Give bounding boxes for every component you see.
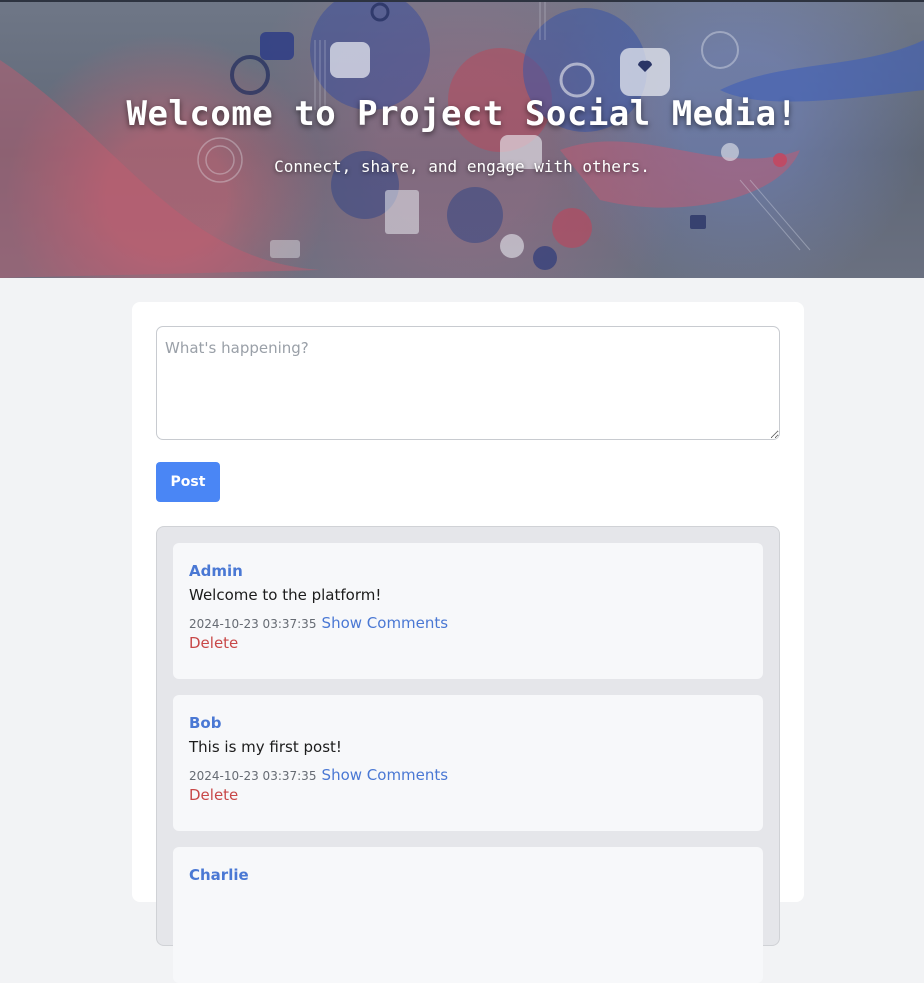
page-subtitle: Connect, share, and engage with others.	[274, 157, 650, 176]
post-timestamp: 2024-10-23 03:37:35	[189, 769, 317, 783]
show-comments-link[interactable]: Show Comments	[322, 766, 449, 784]
post-timestamp: 2024-10-23 03:37:35	[189, 617, 317, 631]
post-author[interactable]: Admin	[189, 559, 747, 583]
show-comments-link[interactable]: Show Comments	[322, 614, 449, 632]
post-author[interactable]: Charlie	[189, 863, 747, 887]
post-content: Welcome to the platform!	[189, 586, 382, 604]
new-post-input[interactable]	[156, 326, 780, 440]
post-author[interactable]: Bob	[189, 711, 747, 735]
post-card: Charlie	[173, 847, 763, 983]
page-title: Welcome to Project Social Media!	[126, 94, 798, 134]
post-card: Admin Welcome to the platform! 2024-10-2…	[173, 543, 763, 679]
main-card: Post Admin Welcome to the platform! 2024…	[132, 302, 804, 983]
delete-post-link[interactable]: Delete	[189, 783, 238, 807]
post-card: Bob This is my first post! 2024-10-23 03…	[173, 695, 763, 831]
window-top-border	[0, 0, 924, 2]
post-meta: 2024-10-23 03:37:35 Show Comments	[189, 615, 747, 631]
post-content: This is my first post!	[189, 738, 342, 756]
hero-banner: Welcome to Project Social Media! Connect…	[0, 0, 924, 278]
posts-feed[interactable]: Admin Welcome to the platform! 2024-10-2…	[156, 526, 780, 983]
delete-post-link[interactable]: Delete	[189, 631, 238, 655]
hero-background-illustration	[0, 0, 924, 278]
post-meta: 2024-10-23 03:37:35 Show Comments	[189, 767, 747, 783]
post-content	[189, 887, 747, 911]
post-button[interactable]: Post	[156, 462, 220, 502]
